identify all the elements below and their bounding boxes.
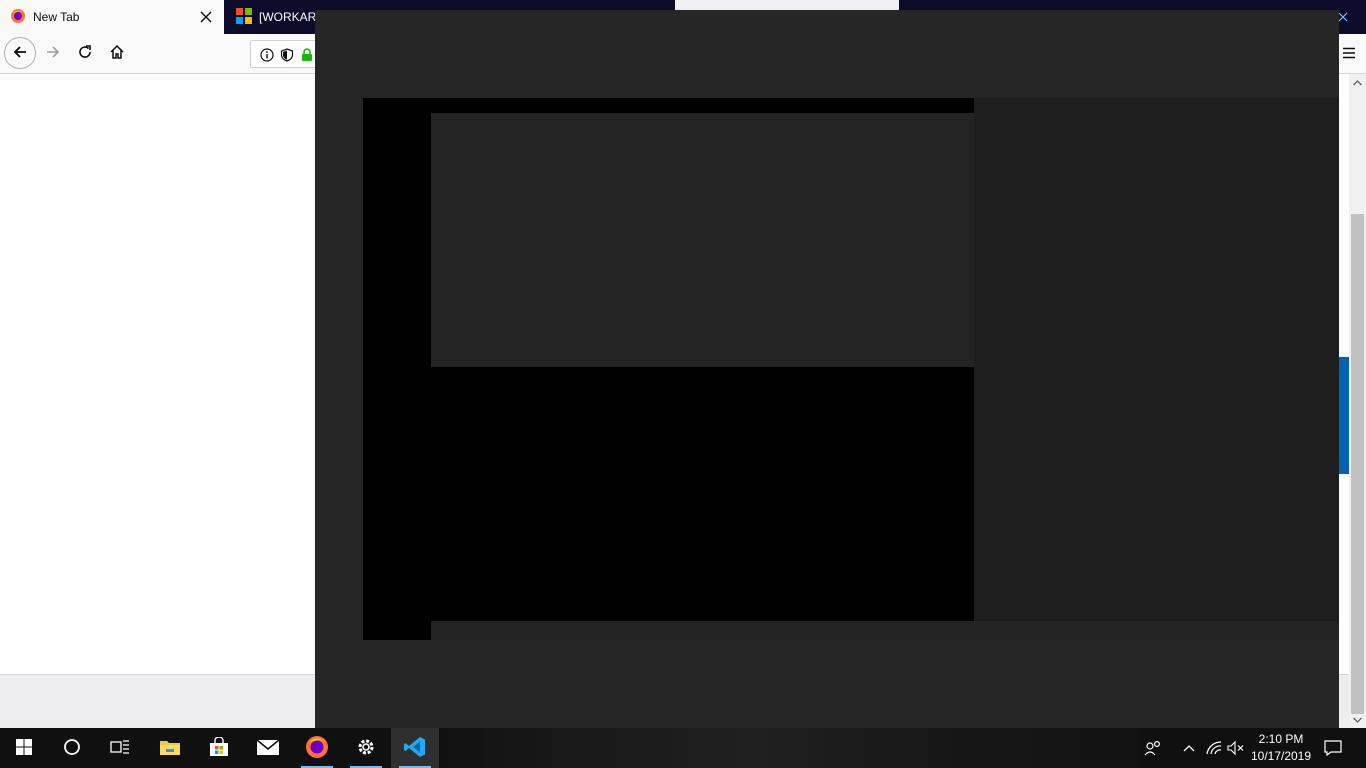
clock-date: 10/17/2019 [1250, 749, 1312, 763]
back-arrow-icon [12, 44, 28, 63]
mail-icon [256, 738, 280, 759]
bottom-strip-panel [431, 621, 1339, 640]
reload-button[interactable] [69, 37, 101, 69]
store-icon [208, 735, 230, 760]
file-explorer-button[interactable] [146, 728, 194, 768]
scroll-down-icon[interactable] [1352, 714, 1363, 725]
close-icon[interactable] [1333, 9, 1353, 25]
home-button[interactable] [101, 37, 133, 69]
volume-muted-icon[interactable] [1226, 738, 1246, 758]
search-button[interactable] [48, 728, 96, 768]
tab-label: New Tab [33, 10, 80, 24]
hamburger-menu-icon [1342, 47, 1356, 62]
scrollbar[interactable] [1349, 74, 1366, 728]
home-icon [109, 44, 125, 63]
firefox-icon [10, 8, 26, 27]
cortana-search-icon [63, 738, 81, 759]
vscode-icon [403, 735, 427, 762]
clock-time: 2:10 PM [1258, 732, 1304, 746]
forward-arrow-icon [45, 44, 61, 63]
task-view-icon [110, 739, 130, 758]
start-button[interactable] [0, 728, 48, 768]
background-tab [675, 0, 899, 10]
accent-bar [1339, 357, 1349, 474]
taskbar-clock[interactable]: 2:10 PM 10/17/2019 [1246, 731, 1316, 765]
menu-button[interactable] [1338, 43, 1360, 65]
taskbar-background [440, 728, 1140, 768]
scroll-up-icon[interactable] [1352, 77, 1363, 88]
microsoft-logo-icon [236, 7, 252, 27]
settings-icon [356, 737, 376, 760]
close-tab-icon[interactable] [198, 9, 214, 25]
tracking-shield-icon[interactable] [279, 47, 295, 63]
wifi-icon[interactable] [1204, 738, 1224, 758]
task-view-button[interactable] [96, 728, 144, 768]
back-button[interactable] [4, 37, 36, 69]
firefox-icon [305, 735, 329, 762]
scrollbar-thumb[interactable] [1351, 214, 1364, 714]
vscode-taskbar-button[interactable] [391, 728, 439, 768]
lock-icon[interactable] [299, 47, 315, 63]
dark-side-panel [974, 98, 1339, 640]
store-button[interactable] [195, 728, 243, 768]
file-explorer-icon [159, 738, 181, 759]
chevron-up-icon[interactable] [1179, 738, 1199, 758]
start-icon [16, 738, 32, 758]
reload-icon [77, 44, 93, 63]
settings-button[interactable] [342, 728, 390, 768]
people-icon[interactable] [1143, 738, 1163, 758]
firefox-taskbar-button[interactable] [293, 728, 341, 768]
forward-button[interactable] [37, 37, 69, 69]
notifications-icon[interactable] [1323, 738, 1343, 758]
tab-new-tab[interactable]: New Tab [0, 0, 224, 34]
taskbar: 2:10 PM 10/17/2019 [0, 728, 1366, 768]
mail-button[interactable] [244, 728, 292, 768]
gray-inner-panel [431, 113, 974, 367]
info-icon[interactable] [259, 47, 275, 63]
